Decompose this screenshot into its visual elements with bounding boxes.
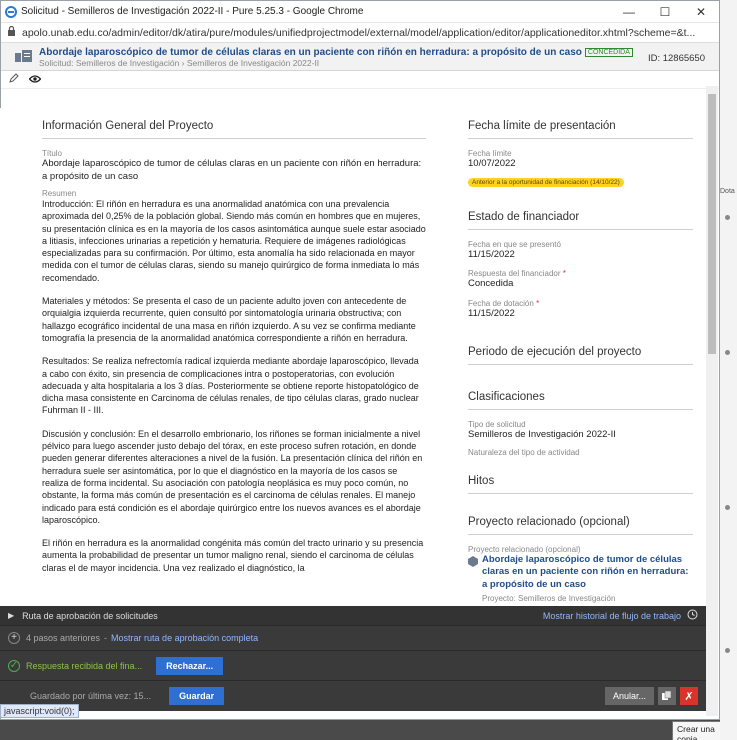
- deadline-heading: Fecha límite de presentación: [468, 120, 693, 139]
- workflow-route-label: Ruta de aprobación de solicitudes: [22, 610, 158, 621]
- received-status: Respuesta recibida del fina...: [26, 660, 143, 671]
- award-label: Fecha de dotación *: [468, 299, 693, 308]
- cancel-button[interactable]: Anular...: [604, 687, 654, 705]
- maximize-icon[interactable]: ☐: [647, 1, 683, 23]
- minimize-icon[interactable]: —: [611, 1, 647, 23]
- milestones-heading: Hitos: [468, 475, 693, 494]
- save-button[interactable]: Guardar: [169, 687, 225, 705]
- title-label: Título: [42, 149, 63, 158]
- previous-steps-text: 4 pasos anteriores: [26, 633, 101, 643]
- workflow-history-link[interactable]: Mostrar historial de flujo de trabajo: [543, 611, 681, 621]
- project-icon: [468, 554, 478, 604]
- editor-header: Abordaje laparoscópico de tumor de célul…: [1, 43, 719, 71]
- window-title: Solicitud - Semilleros de Investigación …: [21, 6, 364, 17]
- summary-label: Resumen: [42, 189, 77, 198]
- deadline-label: Fecha límite: [468, 149, 512, 158]
- editor-title-text: Abordaje laparoscópico de tumor de célul…: [39, 47, 582, 58]
- title-bar: Solicitud - Semilleros de Investigación …: [1, 1, 719, 23]
- award-value[interactable]: 11/15/2022: [468, 308, 693, 321]
- editor-toolbar: [1, 71, 719, 89]
- funder-heading: Estado de financiador: [468, 211, 693, 230]
- background-page: Dota: [720, 0, 737, 740]
- award-label-text: Fecha de dotación: [468, 298, 534, 308]
- plus-circle-icon[interactable]: +: [8, 632, 20, 644]
- summary-paragraph: Resultados: Se realiza nefrectomía radic…: [42, 356, 419, 416]
- background-text: Dota: [720, 188, 735, 195]
- received-row: ✓ Respuesta recibida del fina... Rechaza…: [0, 651, 706, 681]
- pure-app-icon: [5, 5, 17, 18]
- reject-button[interactable]: Rechazar...: [156, 656, 224, 675]
- type-value[interactable]: Semilleros de Investigación 2022-II: [468, 429, 693, 442]
- editor-title: Abordaje laparoscópico de tumor de célul…: [39, 47, 648, 58]
- address-bar[interactable]: apolo.unab.edu.co/admin/editor/dk/atira/…: [1, 23, 719, 43]
- background-bullet: [725, 505, 730, 510]
- related-project-item[interactable]: Abordaje laparoscópico de tumor de célul…: [468, 554, 693, 604]
- summary-text[interactable]: Introducción: El riñón en herradura es u…: [42, 198, 426, 574]
- workflow-header: ▶ Ruta de aprobación de solicitudes Most…: [0, 606, 706, 626]
- pencil-icon[interactable]: [9, 73, 19, 86]
- previous-steps-row: + 4 pasos anteriores - Mostrar ruta de a…: [0, 626, 706, 651]
- breadcrumb: Solicitud: Semilleros de Investigación ›…: [39, 58, 320, 68]
- related-heading: Proyecto relacionado (opcional): [468, 516, 693, 535]
- required-mark: *: [536, 298, 540, 308]
- play-icon[interactable]: ▶: [8, 611, 14, 620]
- title-value[interactable]: Abordaje laparoscópico de tumor de célul…: [42, 158, 426, 183]
- submitted-value[interactable]: 11/15/2022: [468, 249, 693, 262]
- related-label: Proyecto relacionado (opcional): [468, 544, 581, 554]
- scrollbar-thumb[interactable]: [708, 94, 716, 354]
- close-icon[interactable]: ✕: [683, 1, 719, 23]
- last-saved-text: Guardado por última vez: 15...: [30, 691, 152, 701]
- related-project-link[interactable]: Abordaje laparoscópico de tumor de célul…: [482, 554, 693, 592]
- application-doc-icon: [15, 49, 33, 63]
- copy-icon[interactable]: [658, 687, 676, 705]
- history-icon[interactable]: [687, 609, 698, 622]
- general-info-heading: Información General del Proyecto: [42, 120, 426, 139]
- save-row: Guardado por última vez: 15... Guardar A…: [0, 681, 706, 711]
- workflow-panel: ▶ Ruta de aprobación de solicitudes Most…: [0, 606, 706, 711]
- response-value[interactable]: Concedida: [468, 278, 693, 291]
- delete-icon[interactable]: ✗: [680, 687, 698, 705]
- summary-paragraph: Introducción: El riñón en herradura es u…: [42, 199, 426, 283]
- summary-paragraph: Discusión y conclusión: En el desarrollo…: [42, 428, 423, 525]
- url-text[interactable]: apolo.unab.edu.co/admin/editor/dk/atira/…: [22, 27, 695, 39]
- general-info-section: Información General del Proyecto Título …: [42, 120, 426, 585]
- nature-label: Naturaleza del tipo de actividad: [468, 447, 580, 457]
- record-id: ID: 12865650: [647, 53, 705, 64]
- check-circle-icon: ✓: [8, 659, 20, 672]
- status-bar-link: javascript:void(0);: [0, 704, 79, 718]
- right-column: Fecha límite de presentación Fecha límit…: [468, 120, 693, 603]
- editor-content: Información General del Proyecto Título …: [0, 108, 708, 608]
- required-mark: *: [562, 269, 566, 278]
- vertical-scrollbar[interactable]: [706, 86, 718, 716]
- background-bullet: [725, 215, 730, 220]
- lock-icon: [7, 25, 16, 39]
- deadline-value[interactable]: 10/07/2022: [468, 158, 693, 171]
- classifications-heading: Clasificaciones: [468, 391, 693, 410]
- background-bullet: [725, 648, 730, 653]
- response-label-text: Respuesta del financiador: [468, 269, 561, 278]
- type-label: Tipo de solicitud: [468, 420, 526, 429]
- deadline-badge: Anterior a la oportunidad de financiació…: [468, 177, 624, 187]
- period-heading: Periodo de ejecución del proyecto: [468, 346, 693, 365]
- summary-paragraph: Materiales y métodos: Se presenta el cas…: [42, 296, 416, 343]
- related-project-type: Proyecto: Semilleros de Investigación: [482, 594, 616, 603]
- taskbar: [0, 720, 720, 740]
- separator: -: [104, 633, 108, 643]
- submitted-label: Fecha en que se presentó: [468, 239, 561, 249]
- status-badge: CONCEDIDA: [584, 48, 633, 57]
- show-route-link[interactable]: Mostrar ruta de aprobación completa: [111, 633, 258, 643]
- background-bullet: [725, 350, 730, 355]
- summary-paragraph: El riñón en herradura es la anormalidad …: [42, 538, 424, 573]
- response-label: Respuesta del financiador *: [468, 269, 693, 278]
- eye-icon[interactable]: [28, 74, 42, 86]
